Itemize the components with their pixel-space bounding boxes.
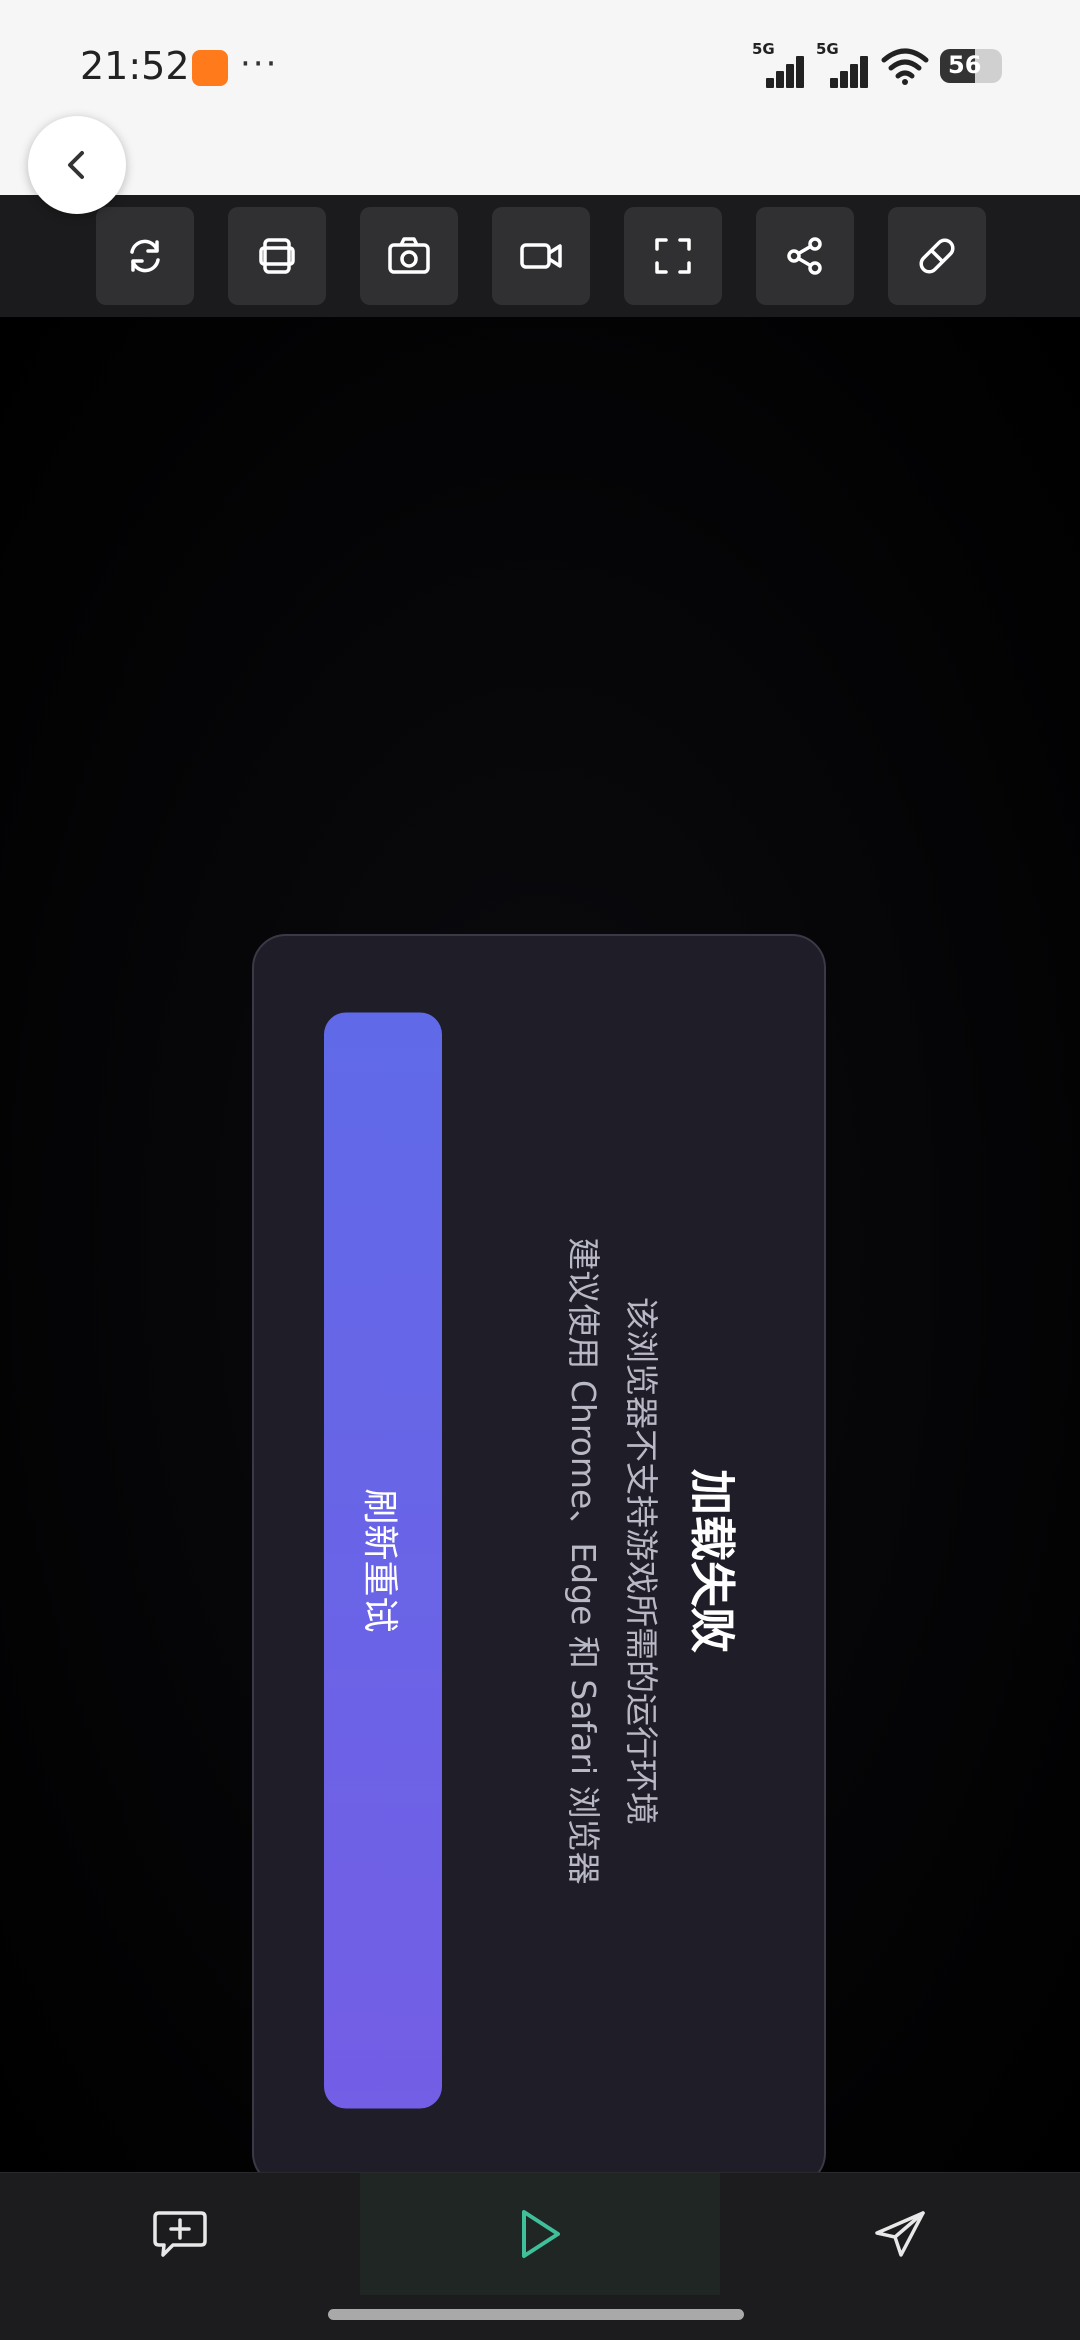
link-icon (919, 238, 955, 274)
share-button[interactable] (756, 207, 854, 305)
network-type-label-1: 5G (752, 40, 775, 58)
send-button[interactable] (720, 2173, 1080, 2295)
share-icon (787, 237, 822, 275)
cellular-signal-icon-1: 5G (752, 40, 806, 88)
copy-icon (259, 238, 295, 274)
status-bar: 21:52 ··· 5G 5G 56 (0, 0, 1080, 195)
play-button[interactable] (360, 2173, 720, 2295)
comment-add-icon (153, 2211, 207, 2257)
comment-button[interactable] (0, 2173, 360, 2295)
network-type-label-2: 5G (816, 40, 839, 58)
status-icons: 5G 5G 56 (752, 40, 1002, 88)
home-indicator[interactable] (328, 2309, 744, 2320)
dialog-message-line-1: 该浏览器不支持游戏所需的运行环境 (622, 1296, 661, 1825)
dialog-message-line-2: 建议使用 Chrome、Edge 和 Safari 浏览器 (564, 1236, 603, 1885)
refresh-icon (130, 239, 160, 273)
send-icon (875, 2211, 925, 2257)
battery-level: 56 (948, 51, 982, 79)
video-record-icon (520, 243, 562, 269)
screenshot-icon (388, 237, 430, 274)
game-stage: 加载失败 该浏览器不支持游戏所需的运行环境 建议使用 Chrome、Edge 和… (0, 317, 1080, 2187)
back-button[interactable] (28, 116, 126, 214)
cellular-signal-icon-2: 5G (816, 40, 870, 88)
wifi-icon (881, 48, 929, 85)
refresh-retry-button[interactable]: 刷新重试 (324, 1012, 442, 2108)
rotated-dialog-content: 加载失败 该浏览器不支持游戏所需的运行环境 建议使用 Chrome、Edge 和… (252, 934, 826, 2187)
reload-button[interactable] (96, 207, 194, 305)
fullscreen-button[interactable] (624, 207, 722, 305)
play-icon (522, 2210, 560, 2258)
game-toolbar (0, 195, 1080, 317)
fullscreen-icon (655, 238, 691, 274)
load-error-dialog: 加载失败 该浏览器不支持游戏所需的运行环境 建议使用 Chrome、Edge 和… (252, 934, 826, 2187)
screenshot-button[interactable] (360, 207, 458, 305)
shopping-app-notification-icon (192, 50, 228, 86)
copy-link-button[interactable] (888, 207, 986, 305)
chevron-left-icon (68, 151, 84, 179)
more-notifications-indicator: ··· (240, 44, 279, 84)
copy-button[interactable] (228, 207, 326, 305)
dialog-title: 加载失败 (685, 1468, 739, 1653)
battery-icon: 56 (940, 49, 1002, 83)
status-time: 21:52 (80, 44, 190, 88)
record-video-button[interactable] (492, 207, 590, 305)
